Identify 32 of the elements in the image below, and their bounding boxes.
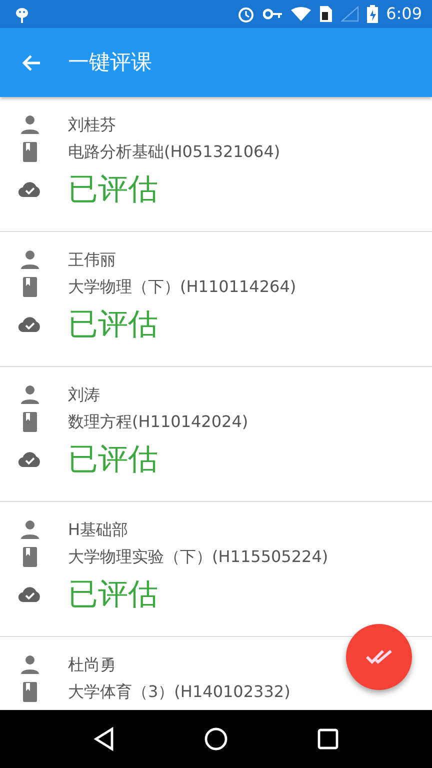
evaluation-status: 已评估	[68, 306, 158, 344]
teacher-name: 刘桂芬	[68, 114, 116, 136]
teacher-name: 杜尚勇	[68, 654, 116, 676]
signal-icon	[341, 6, 360, 22]
person-icon	[18, 250, 42, 270]
person-icon	[18, 385, 42, 405]
double-check-icon	[365, 648, 393, 666]
home-icon[interactable]	[204, 727, 228, 751]
course-name: 大学物理（下）(H110114264)	[68, 276, 296, 298]
sim-card-icon	[319, 5, 334, 23]
evaluation-status: 已评估	[68, 576, 158, 614]
recents-icon[interactable]	[317, 728, 340, 750]
teacher-name: 刘涛	[68, 384, 100, 406]
alarm-icon	[237, 5, 256, 23]
evaluation-status: 已评估	[68, 170, 158, 208]
app-title: 一键评课	[68, 48, 152, 76]
clock-time: 6:09	[386, 3, 422, 25]
back-icon[interactable]	[92, 727, 115, 751]
person-icon	[18, 655, 42, 675]
wifi-icon	[291, 7, 312, 21]
course-name: 电路分析基础(H051321064)	[68, 141, 280, 163]
key-icon	[263, 8, 284, 20]
person-icon	[18, 115, 42, 135]
course-name: 大学体育（3）(H140102332)	[68, 681, 290, 703]
teacher-name: 王伟丽	[68, 249, 116, 271]
evaluation-status: 已评估	[68, 440, 158, 478]
person-icon	[18, 520, 42, 540]
battery-icon	[367, 5, 378, 23]
course-name: 大学物理实验（下）(H115505224)	[68, 546, 328, 568]
evaluate-all-button[interactable]	[346, 624, 412, 690]
teacher-name: H基础部	[68, 519, 128, 541]
course-name: 数理方程(H110142024)	[68, 411, 248, 433]
